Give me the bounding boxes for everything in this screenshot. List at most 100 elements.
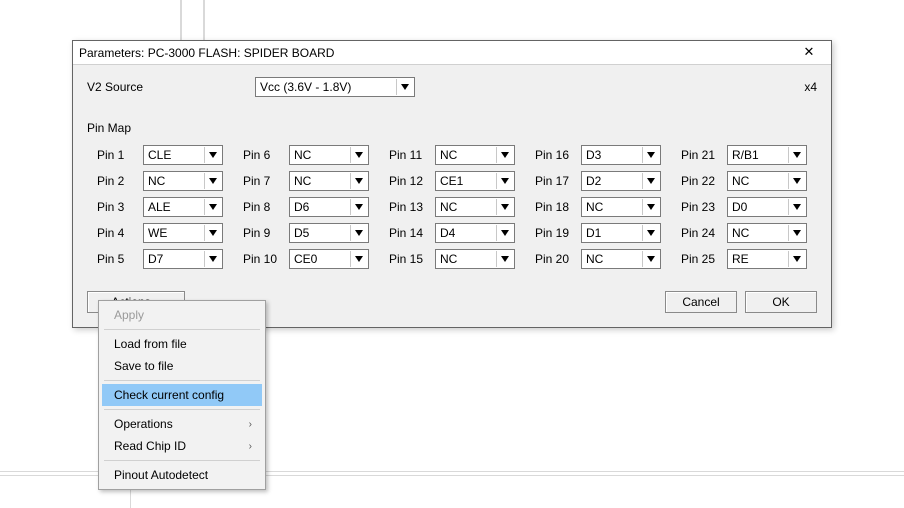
pin-column: Pin 6 NC Pin 7 NC Pin 8 D6 Pin 9 D5 Pin 10CE0 xyxy=(243,145,369,269)
pin-value: WE xyxy=(148,226,167,240)
menu-item: Apply xyxy=(102,304,262,326)
chevron-down-icon xyxy=(642,225,658,241)
pin-row: Pin 10CE0 xyxy=(243,249,369,269)
menu-item[interactable]: Check current config xyxy=(102,384,262,406)
pin-label: Pin 5 xyxy=(97,252,137,266)
pin-value: NC xyxy=(294,174,311,188)
chevron-down-icon xyxy=(204,225,220,241)
pin-row: Pin 14 D4 xyxy=(389,223,515,243)
v2-source-value: Vcc (3.6V - 1.8V) xyxy=(260,80,351,94)
menu-separator xyxy=(104,409,260,410)
chevron-down-icon xyxy=(788,199,804,215)
close-button[interactable]: ✕ xyxy=(795,44,823,62)
ok-button[interactable]: OK xyxy=(745,291,817,313)
pin-combo[interactable]: NC xyxy=(581,249,661,269)
menu-item-label: Load from file xyxy=(114,337,187,351)
chevron-down-icon xyxy=(496,147,512,163)
pin-combo[interactable]: WE xyxy=(143,223,223,243)
pin-combo[interactable]: D3 xyxy=(581,145,661,165)
pin-combo[interactable]: D0 xyxy=(727,197,807,217)
pin-combo[interactable]: CE1 xyxy=(435,171,515,191)
pin-label: Pin 8 xyxy=(243,200,283,214)
pin-combo[interactable]: D5 xyxy=(289,223,369,243)
pin-label: Pin 14 xyxy=(389,226,429,240)
pin-value: D0 xyxy=(732,200,747,214)
pin-combo[interactable]: ALE xyxy=(143,197,223,217)
v2-source-row: V2 Source Vcc (3.6V - 1.8V) x4 xyxy=(87,77,817,97)
pin-row: Pin 12 CE1 xyxy=(389,171,515,191)
menu-separator xyxy=(104,380,260,381)
pin-combo[interactable]: NC xyxy=(289,171,369,191)
chevron-down-icon xyxy=(496,225,512,241)
pin-column: Pin 21R/B1Pin 22NCPin 23D0Pin 24NCPin 25… xyxy=(681,145,807,269)
chevron-down-icon xyxy=(642,251,658,267)
pin-combo[interactable]: NC xyxy=(435,249,515,269)
pin-label: Pin 12 xyxy=(389,174,429,188)
menu-item[interactable]: Load from file xyxy=(102,333,262,355)
v2-source-multiplier: x4 xyxy=(804,80,817,94)
pin-label: Pin 11 xyxy=(389,148,429,162)
pin-combo[interactable]: D4 xyxy=(435,223,515,243)
titlebar: Parameters: PC-3000 FLASH: SPIDER BOARD … xyxy=(73,41,831,65)
chevron-right-icon: › xyxy=(249,419,252,430)
pin-value: D1 xyxy=(586,226,601,240)
cancel-button[interactable]: Cancel xyxy=(665,291,737,313)
menu-item[interactable]: Read Chip ID › xyxy=(102,435,262,457)
chevron-right-icon: › xyxy=(249,441,252,452)
pin-row: Pin 19D1 xyxy=(535,223,661,243)
pin-row: Pin 5 D7 xyxy=(97,249,223,269)
pin-combo[interactable]: RE xyxy=(727,249,807,269)
pin-combo[interactable]: D6 xyxy=(289,197,369,217)
chevron-down-icon xyxy=(496,199,512,215)
menu-item[interactable]: Operations› xyxy=(102,413,262,435)
pin-value: NC xyxy=(732,174,749,188)
pin-label: Pin 2 xyxy=(97,174,137,188)
pin-row: Pin 1 CLE xyxy=(97,145,223,165)
pin-label: Pin 6 xyxy=(243,148,283,162)
pin-label: Pin 17 xyxy=(535,174,575,188)
chevron-down-icon xyxy=(350,199,366,215)
chevron-down-icon xyxy=(350,225,366,241)
pin-combo[interactable]: D7 xyxy=(143,249,223,269)
menu-separator xyxy=(104,460,260,461)
menu-item[interactable]: Pinout Autodetect xyxy=(102,464,262,486)
chevron-down-icon xyxy=(350,251,366,267)
pin-combo[interactable]: D2 xyxy=(581,171,661,191)
pin-value: NC xyxy=(440,148,457,162)
menu-item[interactable]: Save to file xyxy=(102,355,262,377)
pin-combo[interactable]: NC xyxy=(581,197,661,217)
pin-combo[interactable]: CE0 xyxy=(289,249,369,269)
parameters-dialog: Parameters: PC-3000 FLASH: SPIDER BOARD … xyxy=(72,40,832,328)
pin-combo[interactable]: NC xyxy=(435,145,515,165)
chevron-down-icon xyxy=(396,79,412,95)
pin-combo[interactable]: NC xyxy=(143,171,223,191)
pin-combo[interactable]: NC xyxy=(727,223,807,243)
pin-combo[interactable]: CLE xyxy=(143,145,223,165)
pin-label: Pin 23 xyxy=(681,200,721,214)
pin-value: D5 xyxy=(294,226,309,240)
pin-row: Pin 2 NC xyxy=(97,171,223,191)
pin-value: D7 xyxy=(148,252,163,266)
pin-value: D3 xyxy=(586,148,601,162)
pin-label: Pin 3 xyxy=(97,200,137,214)
pin-combo[interactable]: NC xyxy=(289,145,369,165)
pin-combo[interactable]: NC xyxy=(435,197,515,217)
chevron-down-icon xyxy=(204,199,220,215)
pin-value: CE0 xyxy=(294,252,317,266)
pin-value: CLE xyxy=(148,148,171,162)
chevron-down-icon xyxy=(788,173,804,189)
pin-label: Pin 9 xyxy=(243,226,283,240)
pin-row: Pin 22NC xyxy=(681,171,807,191)
pin-value: RE xyxy=(732,252,749,266)
menu-item-label: Check current config xyxy=(114,388,224,402)
pin-label: Pin 7 xyxy=(243,174,283,188)
v2-source-combo[interactable]: Vcc (3.6V - 1.8V) xyxy=(255,77,415,97)
menu-item-label: Read Chip ID xyxy=(114,439,186,453)
pin-label: Pin 1 xyxy=(97,148,137,162)
pin-value: R/B1 xyxy=(732,148,759,162)
pin-row: Pin 9 D5 xyxy=(243,223,369,243)
pin-combo[interactable]: D1 xyxy=(581,223,661,243)
pin-combo[interactable]: NC xyxy=(727,171,807,191)
pin-combo[interactable]: R/B1 xyxy=(727,145,807,165)
menu-item-label: Save to file xyxy=(114,359,173,373)
